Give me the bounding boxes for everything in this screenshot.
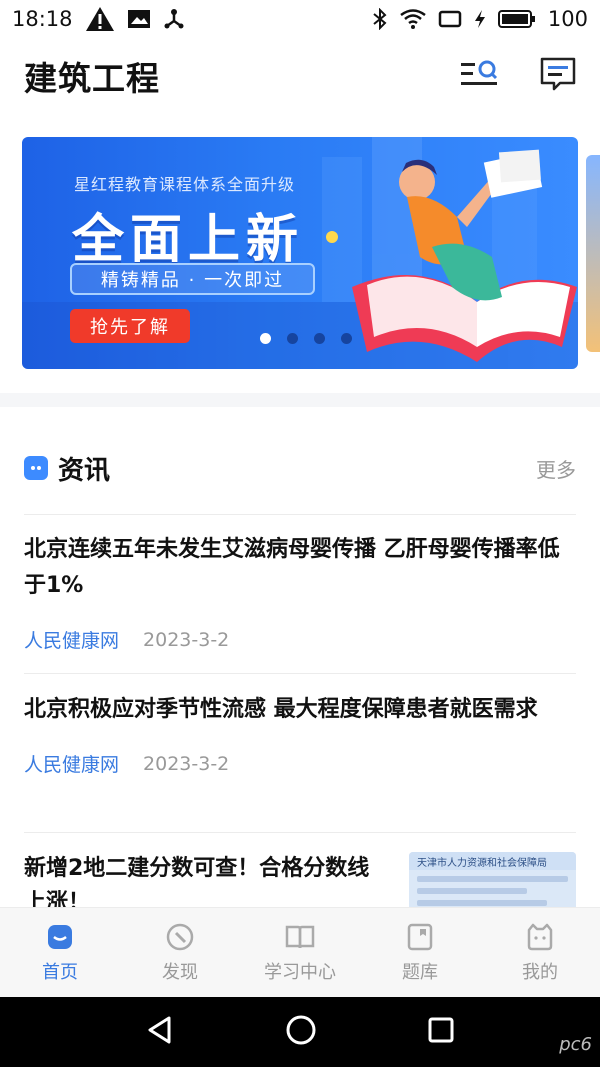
status-bar: 18:18 100 xyxy=(0,0,600,38)
news-item[interactable]: 北京连续五年未发生艾滋病母婴传播 乙肝母婴传播率低于1% 人民健康网 2023-… xyxy=(24,532,576,653)
news-date: 2023-3-2 xyxy=(143,752,230,775)
news-thumbnail[interactable]: 天津市人力资源和社会保障局 xyxy=(409,852,576,912)
bluetooth-icon xyxy=(372,8,388,30)
news-source: 人民健康网 xyxy=(24,630,120,652)
search-list-icon xyxy=(461,60,498,85)
news-date: 2023-3-2 xyxy=(143,628,230,651)
book-icon xyxy=(285,925,315,948)
bookmark-icon xyxy=(407,923,433,950)
news-item[interactable]: 北京积极应对季节性流感 最大程度保障患者就医需求 人民健康网 2023-3-2 xyxy=(24,692,576,777)
messages-button[interactable] xyxy=(540,57,576,95)
news-title: 新增2地二建分数可查！合格分数线上涨！ xyxy=(24,856,370,912)
search-menu-button[interactable] xyxy=(460,59,498,93)
tab-home[interactable]: 首页 xyxy=(0,908,120,997)
news-section-header: 资讯 更多 xyxy=(24,448,576,488)
app-header: 建筑工程 xyxy=(0,44,600,108)
home-circle-icon xyxy=(286,1015,316,1045)
news-title: 北京连续五年未发生艾滋病母婴传播 乙肝母婴传播率低于1% xyxy=(24,537,560,598)
profile-icon xyxy=(527,923,553,950)
tab-label: 学习中心 xyxy=(264,961,336,983)
tab-discover[interactable]: 发现 xyxy=(120,908,240,997)
section-divider xyxy=(0,393,600,407)
recents-button[interactable] xyxy=(427,1016,455,1048)
banner-subtitle: 星红程教育课程体系全面升级 xyxy=(74,175,296,194)
home-button[interactable] xyxy=(285,1014,317,1050)
news-title: 北京积极应对季节性流感 最大程度保障患者就医需求 xyxy=(24,697,538,722)
carousel-dot[interactable] xyxy=(260,333,271,344)
screen-cast-icon xyxy=(438,9,462,29)
promo-banner[interactable]: 星红程教育课程体系全面升级 全面上新 精铸精品 · 一次即过 抢先了解 xyxy=(22,137,578,369)
message-icon xyxy=(540,57,576,91)
tab-label: 发现 xyxy=(162,961,198,983)
image-notification-icon xyxy=(127,9,151,29)
page-title: 建筑工程 xyxy=(24,59,160,98)
tab-question-bank[interactable]: 题库 xyxy=(360,908,480,997)
thumbnail-caption: 天津市人力资源和社会保障局 xyxy=(409,852,576,870)
app-screen: 18:18 100 建筑工程 星红程教育课程体系全面升级 全面上新 精铸精品 ·… xyxy=(0,0,600,1067)
charging-icon xyxy=(474,9,486,29)
usb-icon xyxy=(163,8,185,30)
tab-label: 题库 xyxy=(402,961,438,983)
divider-line xyxy=(24,673,576,674)
home-icon xyxy=(48,924,72,949)
bottom-tab-bar: 首页 发现 学习中心 题库 我的 xyxy=(0,907,600,997)
tab-label: 首页 xyxy=(42,961,78,983)
recents-square-icon xyxy=(428,1017,454,1043)
banner-cta-button[interactable]: 抢先了解 xyxy=(70,309,190,343)
watermark-logo: pc6 xyxy=(559,1034,592,1055)
carousel-dot[interactable] xyxy=(287,333,298,344)
news-section-title: 资讯 xyxy=(58,455,111,486)
battery-level: 100 xyxy=(547,7,588,31)
banner-headline: 全面上新 xyxy=(72,210,305,270)
warning-icon xyxy=(85,6,115,32)
news-source: 人民健康网 xyxy=(24,754,120,776)
compass-icon xyxy=(166,923,194,950)
back-button[interactable] xyxy=(145,1015,175,1049)
status-time: 18:18 xyxy=(12,7,73,31)
back-triangle-icon xyxy=(148,1016,171,1044)
wifi-icon xyxy=(400,9,426,29)
tab-label: 我的 xyxy=(522,961,558,983)
divider-line xyxy=(24,514,576,515)
carousel-indicator xyxy=(260,333,352,344)
banner-tagline: 精铸精品 · 一次即过 xyxy=(70,263,315,295)
carousel-dot[interactable] xyxy=(341,333,352,344)
more-news-link[interactable]: 更多 xyxy=(536,454,576,483)
tab-learning-center[interactable]: 学习中心 xyxy=(240,908,360,997)
divider-line xyxy=(24,832,576,833)
next-banner-peek[interactable] xyxy=(586,155,600,352)
news-chat-icon xyxy=(24,456,48,480)
tab-profile[interactable]: 我的 xyxy=(480,908,600,997)
system-nav-bar: pc6 xyxy=(0,997,600,1067)
battery-icon xyxy=(497,9,536,29)
carousel-dot[interactable] xyxy=(314,333,325,344)
